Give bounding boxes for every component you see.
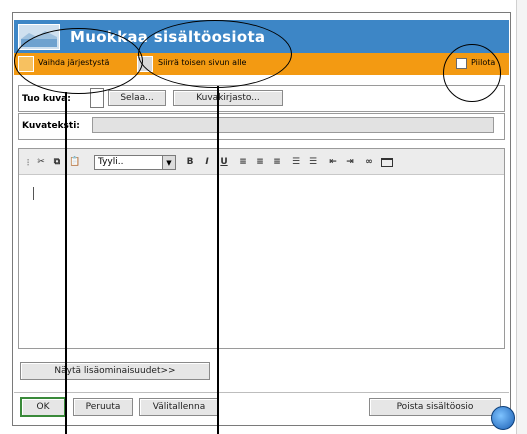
copy-icon[interactable]: ⧉ (50, 155, 64, 169)
globe-icon (491, 406, 515, 430)
footer-divider (14, 392, 509, 393)
bold-icon[interactable]: B (183, 155, 197, 169)
caption-label: Kuvateksti: (22, 121, 80, 131)
show-more-options-button[interactable]: Näytä lisäominaisuudet>> (20, 362, 210, 380)
caption-input[interactable] (92, 117, 494, 133)
link-icon[interactable]: ∞ (362, 155, 376, 169)
paste-icon[interactable]: 📋 (68, 155, 82, 169)
save-draft-button[interactable]: Välitallenna (139, 398, 219, 416)
editor-content-area[interactable] (20, 176, 503, 348)
cancel-button[interactable]: Peruuta (73, 398, 133, 416)
cut-icon[interactable]: ✂ (34, 155, 48, 169)
underline-icon[interactable]: U (217, 155, 231, 169)
style-dropdown[interactable]: Tyyli.. ▼ (94, 155, 176, 170)
annotation-ellipse-move (138, 20, 292, 88)
chevron-down-icon[interactable]: ▼ (162, 156, 175, 169)
italic-icon[interactable]: I (200, 155, 214, 169)
align-left-icon[interactable]: ≡ (236, 155, 250, 169)
ok-button[interactable]: OK (20, 397, 66, 417)
annotation-pointer-line-1 (65, 92, 67, 434)
align-right-icon[interactable]: ≡ (270, 155, 284, 169)
style-dropdown-value: Tyyli.. (98, 157, 124, 167)
annotation-circle-hide (443, 44, 501, 102)
image-label: Tuo kuva: (22, 94, 71, 104)
annotation-pointer-line-2 (217, 86, 219, 434)
browse-button[interactable]: Selaa... (108, 90, 166, 106)
ordered-list-icon[interactable]: ☰ (289, 155, 303, 169)
outdent-icon[interactable]: ⇤ (326, 155, 340, 169)
table-icon[interactable] (380, 155, 394, 169)
annotation-ellipse-reorder (14, 28, 143, 94)
unordered-list-icon[interactable]: ☰ (306, 155, 320, 169)
page-scrollbar[interactable] (516, 0, 527, 434)
delete-section-button[interactable]: Poista sisältöosio (369, 398, 501, 416)
align-center-icon[interactable]: ≡ (253, 155, 267, 169)
image-library-button[interactable]: Kuvakirjasto... (173, 90, 283, 106)
toolbar-grip: ⋮ (24, 157, 32, 167)
indent-icon[interactable]: ⇥ (343, 155, 357, 169)
